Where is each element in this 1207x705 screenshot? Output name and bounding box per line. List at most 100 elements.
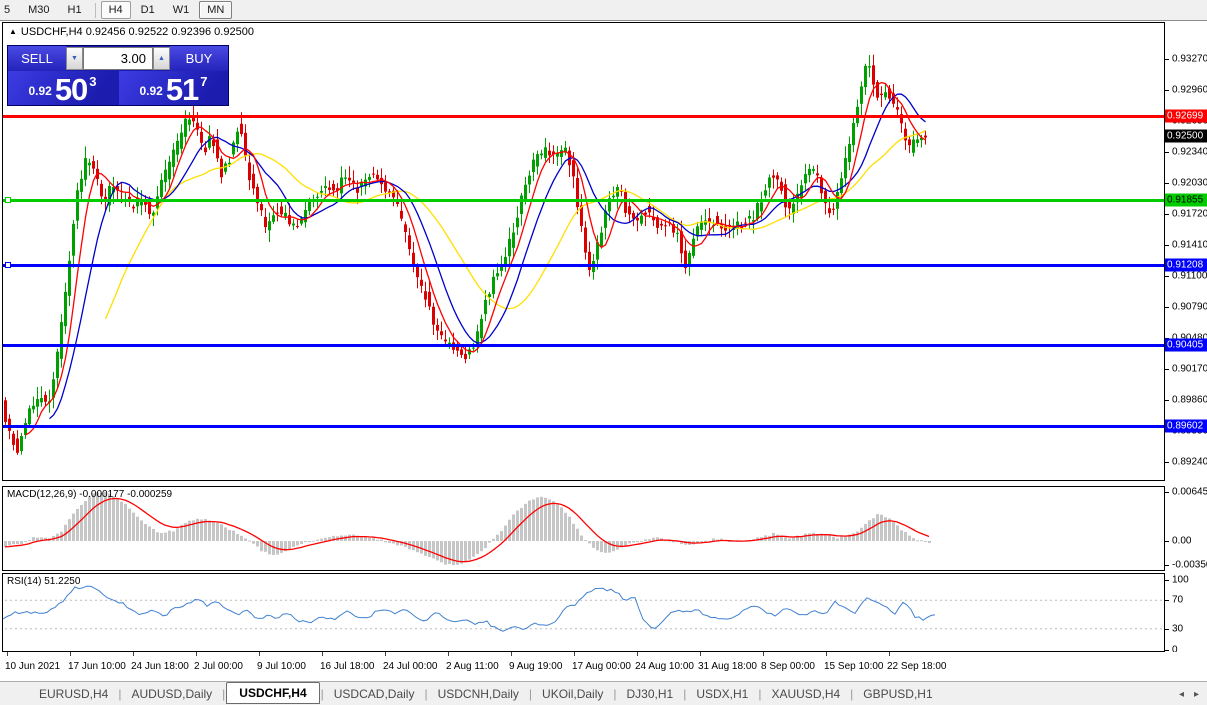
- macd-indicator-pane[interactable]: MACD(12,26,9) -0.000177 -0.000259: [2, 486, 1165, 571]
- timeframe-button-mn[interactable]: MN: [199, 1, 232, 19]
- time-tick-mark: [448, 652, 449, 656]
- time-tick-mark: [7, 652, 8, 656]
- timeframe-button-h1[interactable]: H1: [60, 1, 90, 19]
- buy-price-pipette: 7: [200, 74, 207, 89]
- chart-tab-gbpusd-h1[interactable]: GBPUSD,H1: [854, 684, 941, 704]
- tab-separator: |: [850, 687, 853, 701]
- axis-tick-mark: [1165, 492, 1169, 493]
- chart-tab-usdchf-h4[interactable]: USDCHF,H4: [226, 682, 319, 704]
- one-click-trade-panel: SELL ▼ 3.00 ▲ BUY 0.92 50 3 0.92 51 7: [7, 45, 229, 106]
- price-tick: 0.91720: [1172, 209, 1207, 220]
- axis-tick-mark: [1165, 462, 1169, 463]
- chart-tab-usdcnh-daily[interactable]: USDCNH,Daily: [429, 684, 528, 704]
- horizontal-line-0.91208[interactable]: [3, 264, 1164, 267]
- chart-tab-usdx-h1[interactable]: USDX,H1: [687, 684, 757, 704]
- price-axis[interactable]: 0.932700.929600.926500.923400.920300.917…: [1165, 22, 1207, 652]
- hline-price-label: 0.91208: [1165, 259, 1207, 272]
- time-label: 9 Aug 19:00: [509, 661, 562, 672]
- chart-tab-ukoil-daily[interactable]: UKOil,Daily: [533, 684, 612, 704]
- volume-input[interactable]: 3.00: [83, 47, 153, 70]
- volume-decrease-button[interactable]: ▼: [66, 47, 83, 70]
- hline-price-label: 0.91855: [1165, 194, 1207, 207]
- rsi-chart: [3, 574, 1164, 651]
- time-label: 22 Sep 18:00: [887, 661, 947, 672]
- axis-tick-mark: [1165, 629, 1169, 630]
- time-label: 17 Jun 10:00: [68, 661, 126, 672]
- hline-price-label: 0.89602: [1165, 420, 1207, 433]
- price-tick: 0.91100: [1172, 271, 1207, 282]
- tab-separator: |: [222, 687, 225, 701]
- buy-price-quote[interactable]: 0.92 51 7: [119, 71, 228, 105]
- chart-tab-eurusd-h4[interactable]: EURUSD,H4: [30, 684, 117, 704]
- chart-tab-bar: EURUSD,H4|AUDUSD,Daily|USDCHF,H4|USDCAD,…: [0, 681, 1207, 705]
- hline-price-label: 0.90405: [1165, 339, 1207, 352]
- tab-scroll-left-icon[interactable]: ◂: [1179, 689, 1184, 700]
- time-label: 9 Jul 10:00: [257, 661, 306, 672]
- chart-tab-usdcad-daily[interactable]: USDCAD,Daily: [325, 684, 424, 704]
- chart-tab-xauusd-h4[interactable]: XAUUSD,H4: [762, 684, 849, 704]
- buy-price-big: 51: [166, 77, 198, 102]
- timeframe-button-d1[interactable]: D1: [133, 1, 163, 19]
- tab-separator: |: [321, 687, 324, 701]
- buy-button[interactable]: BUY: [170, 46, 228, 71]
- time-axis[interactable]: 10 Jun 202117 Jun 10:0024 Jun 18:002 Jul…: [0, 652, 1207, 681]
- horizontal-line-0.91855[interactable]: [3, 199, 1164, 202]
- time-label: 8 Sep 00:00: [761, 661, 815, 672]
- time-tick-mark: [826, 652, 827, 656]
- tab-separator: |: [613, 687, 616, 701]
- rsi-tick: 30: [1172, 624, 1183, 635]
- sell-button[interactable]: SELL: [8, 46, 66, 71]
- axis-tick-mark: [1165, 369, 1169, 370]
- price-tick: 0.93270: [1172, 54, 1207, 65]
- price-tick: 0.90170: [1172, 364, 1207, 375]
- chart-tab-dj30-h1[interactable]: DJ30,H1: [618, 684, 683, 704]
- axis-tick-mark: [1165, 183, 1169, 184]
- horizontal-line-0.89602[interactable]: [3, 425, 1164, 428]
- axis-tick-mark: [1165, 59, 1169, 60]
- timeframe-button-w1[interactable]: W1: [165, 1, 198, 19]
- price-tick: 0.89860: [1172, 395, 1207, 406]
- sell-price-prefix: 0.92: [28, 84, 51, 98]
- trade-panel-toggle-arrow[interactable]: ▲: [9, 27, 17, 36]
- axis-tick-mark: [1165, 245, 1169, 246]
- chart-tab-audusd-daily[interactable]: AUDUSD,Daily: [122, 684, 221, 704]
- chart-symbol: USDCHF,H4: [21, 26, 83, 38]
- main-chart-pane[interactable]: ▲ USDCHF,H4 0.92456 0.92522 0.92396 0.925…: [2, 22, 1165, 481]
- axis-tick-mark: [1165, 276, 1169, 277]
- time-tick-mark: [196, 652, 197, 656]
- horizontal-line-0.90405[interactable]: [3, 344, 1164, 347]
- timeframe-button-m30[interactable]: M30: [20, 1, 57, 19]
- time-tick-mark: [511, 652, 512, 656]
- horizontal-line-0.92699[interactable]: [3, 115, 1164, 118]
- axis-tick-mark: [1165, 307, 1169, 308]
- rsi-indicator-pane[interactable]: RSI(14) 51.2250: [2, 573, 1165, 652]
- sell-price-big: 50: [55, 77, 87, 102]
- buy-price-prefix: 0.92: [139, 84, 162, 98]
- timeframe-button-h4[interactable]: H4: [101, 1, 131, 19]
- price-tick: 0.92960: [1172, 85, 1207, 96]
- sell-price-quote[interactable]: 0.92 50 3: [8, 71, 117, 105]
- macd-label: MACD(12,26,9) -0.000177 -0.000259: [7, 489, 172, 500]
- chart-ohlc-quotes: 0.92456 0.92522 0.92396 0.92500: [86, 26, 254, 38]
- tab-separator: |: [424, 687, 427, 701]
- volume-increase-button[interactable]: ▲: [153, 47, 170, 70]
- axis-tick-mark: [1165, 541, 1169, 542]
- line-drag-handle[interactable]: [5, 197, 11, 203]
- time-tick-mark: [763, 652, 764, 656]
- time-tick-mark: [700, 652, 701, 656]
- timeframe-button-5[interactable]: 5: [0, 1, 18, 19]
- tab-scroll-right-icon[interactable]: ▸: [1194, 689, 1199, 700]
- axis-tick-mark: [1165, 600, 1169, 601]
- timeframe-toolbar: 5M30H1 H4D1W1MN: [0, 0, 1207, 21]
- tab-separator: |: [758, 687, 761, 701]
- rsi-tick: 0: [1172, 645, 1178, 653]
- line-drag-handle[interactable]: [5, 262, 11, 268]
- time-label: 16 Jul 18:00: [320, 661, 375, 672]
- time-label: 24 Jul 00:00: [383, 661, 438, 672]
- time-label: 2 Jul 00:00: [194, 661, 243, 672]
- tab-separator: |: [683, 687, 686, 701]
- spinner-down-icon: ▼: [71, 55, 78, 62]
- spinner-up-icon: ▲: [158, 55, 165, 62]
- rsi-tick: 100: [1172, 575, 1189, 586]
- time-label: 2 Aug 11:00: [446, 661, 499, 672]
